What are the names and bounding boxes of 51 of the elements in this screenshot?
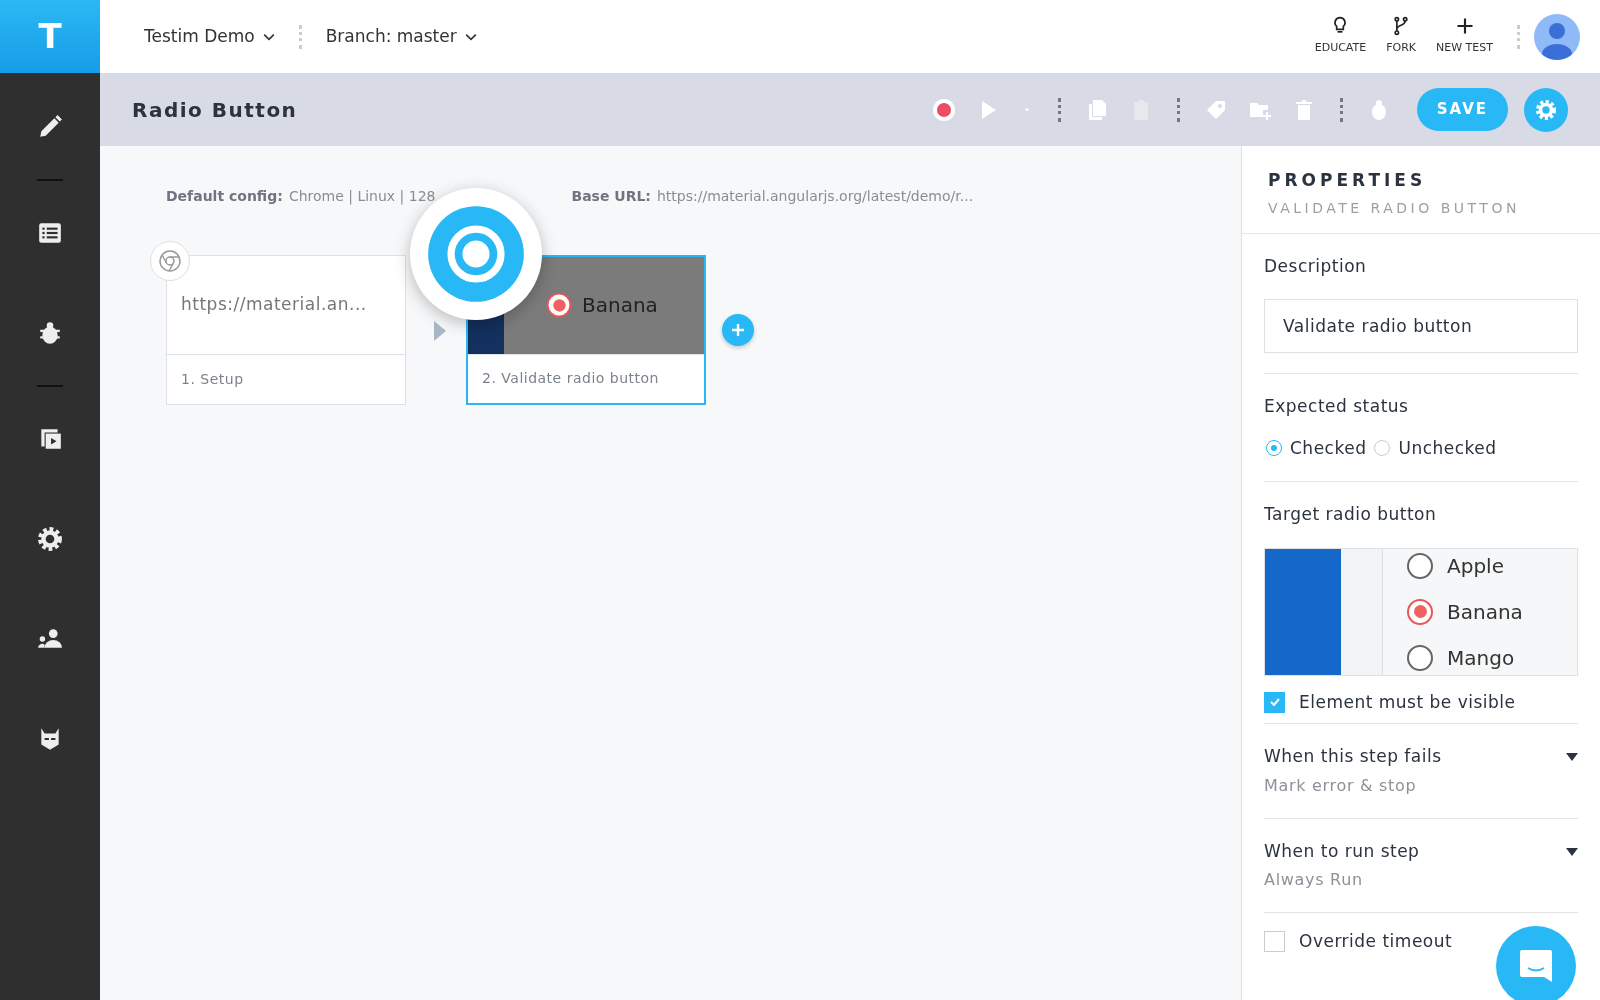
logo-text: T xyxy=(38,15,62,58)
branch-dropdown[interactable]: Branch: master xyxy=(325,23,477,50)
dropdown-label[interactable]: When to run step xyxy=(1264,838,1566,864)
step-arrow-icon xyxy=(434,320,446,341)
plus-icon xyxy=(730,322,746,338)
toolbar-button[interactable]: FORK xyxy=(1376,16,1427,57)
browser-icon xyxy=(158,249,182,273)
settings-icon xyxy=(1535,98,1557,121)
check-icon xyxy=(1268,696,1281,709)
dropdown-label[interactable]: When this step fails xyxy=(1264,744,1566,770)
settings-button[interactable] xyxy=(1524,87,1568,132)
bug-icon[interactable] xyxy=(37,320,63,346)
step-label: 1. Setup xyxy=(181,370,244,389)
pencil-icon[interactable] xyxy=(37,114,63,140)
field-label: Expected status xyxy=(1264,395,1410,418)
description-field[interactable]: Validate radio button xyxy=(1264,299,1578,353)
checkbox[interactable] xyxy=(1264,691,1285,713)
caret-icon[interactable] xyxy=(1566,753,1578,761)
preview-option: Apple xyxy=(1447,550,1504,581)
test-title: Radio Button xyxy=(132,96,298,124)
config-label: Default config: xyxy=(166,187,283,206)
panel-title: PROPERTIES xyxy=(1268,169,1428,192)
base-url-label: Base URL: xyxy=(571,187,651,206)
step-label: 2. Validate radio button xyxy=(482,369,659,389)
toolbar-button[interactable]: NEW TEST xyxy=(1426,16,1503,57)
field-label: Target radio button xyxy=(1264,503,1438,526)
avatar[interactable] xyxy=(1534,13,1580,60)
panel-subtitle: VALIDATE RADIO BUTTON xyxy=(1268,198,1521,218)
checkbox-label[interactable]: Element must be visible xyxy=(1299,689,1516,715)
preview-option: Mango xyxy=(1447,642,1515,673)
caret-icon xyxy=(464,32,477,41)
step-card[interactable]: https://material.an... 1. Setup xyxy=(166,255,406,405)
radio-label[interactable]: Unchecked xyxy=(1398,435,1497,461)
preview-option: Banana xyxy=(1447,596,1523,627)
base-url: https://material.angularjs.org/latest/demo/r... xyxy=(656,187,974,206)
record-button[interactable] xyxy=(931,97,956,122)
config-value: Chrome | Linux | 128 xyxy=(288,187,436,207)
field-label: Description xyxy=(1264,254,1368,278)
toolbar-button[interactable]: EDUCATE xyxy=(1304,16,1377,57)
list-icon[interactable] xyxy=(37,220,63,246)
settings-icon[interactable] xyxy=(37,526,63,552)
caret-icon xyxy=(262,32,275,41)
add-step-button[interactable] xyxy=(722,314,754,346)
checkbox[interactable] xyxy=(1264,931,1285,953)
radio-icon xyxy=(546,293,572,318)
project-dropdown[interactable]: Testim Demo xyxy=(144,23,275,50)
radio-label[interactable]: Checked xyxy=(1290,435,1367,461)
screenshot-option: Banana xyxy=(582,290,658,321)
caret-icon[interactable] xyxy=(1566,847,1578,856)
step-url: https://material.an... xyxy=(181,293,367,317)
checkbox-label[interactable]: Override timeout xyxy=(1299,929,1453,955)
